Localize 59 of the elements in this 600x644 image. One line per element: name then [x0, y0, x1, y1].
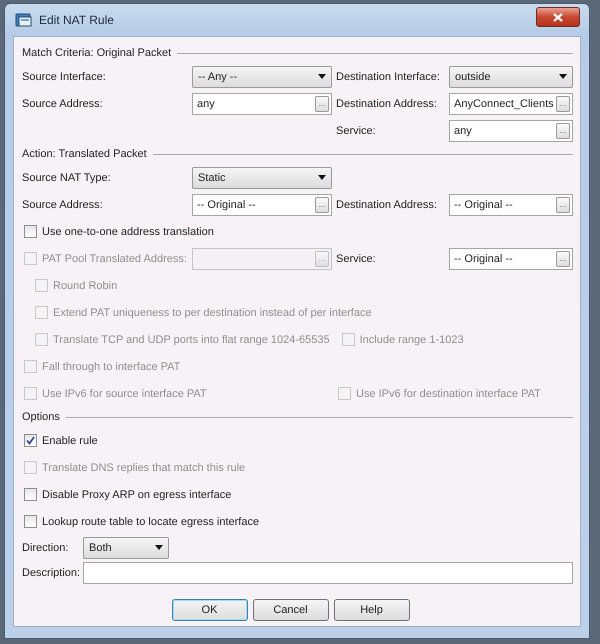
- field-label: Destination Address:: [336, 198, 438, 210]
- field-label: Source Address:: [22, 198, 104, 210]
- checkbox[interactable]: [24, 515, 37, 528]
- input-field[interactable]: any ...: [192, 92, 332, 114]
- input-field[interactable]: -- Original -- ...: [192, 194, 332, 216]
- section-title: Match Criteria: Original Packet: [22, 47, 172, 59]
- checkbox-label: Enable rule: [42, 434, 98, 446]
- field-label: Service:: [336, 124, 377, 136]
- window-title: Edit NAT Rule: [39, 13, 115, 27]
- checkbox-label: Extend PAT uniqueness to per destination instead of per interface: [53, 306, 372, 318]
- browse-button[interactable]: ...: [315, 96, 329, 112]
- app-icon: [15, 12, 33, 28]
- browse-button[interactable]: ...: [556, 250, 570, 266]
- input-field[interactable]: -- Original -- ...: [449, 248, 573, 270]
- caret-icon: [318, 74, 326, 79]
- field-label: Source NAT Type:: [22, 172, 112, 184]
- close-button[interactable]: [536, 7, 580, 27]
- caret-icon: [155, 545, 163, 550]
- section-title: Options: [22, 411, 60, 423]
- checkbox[interactable]: [24, 225, 37, 238]
- caret-icon: [559, 74, 567, 79]
- browse-button[interactable]: ...: [556, 196, 570, 212]
- checkbox-label: Lookup route table to locate egress interface: [42, 516, 260, 528]
- dropdown[interactable]: Static: [192, 166, 332, 188]
- checkbox-label: Include range 1-1023: [360, 334, 464, 346]
- caret-icon: [318, 175, 326, 180]
- input-field[interactable]: AnyConnect_Clients ...: [449, 92, 573, 114]
- browse-button[interactable]: ...: [556, 96, 570, 112]
- checkbox[interactable]: [24, 488, 37, 501]
- field-label: Destination Interface:: [336, 70, 441, 82]
- field-label: Description:: [22, 566, 82, 578]
- field-label: Source Interface:: [22, 70, 107, 82]
- input-field[interactable]: [83, 562, 573, 584]
- checkbox-label: Translate DNS replies that match this rule: [42, 462, 246, 474]
- dialog-button[interactable]: OK: [172, 599, 248, 621]
- field-label: Direction:: [22, 542, 70, 554]
- checkbox[interactable]: [24, 434, 37, 447]
- checkbox-label: Use IPv6 for source interface PAT: [42, 388, 207, 400]
- dialog-button[interactable]: Help: [334, 599, 410, 621]
- browse-button[interactable]: ...: [315, 196, 329, 212]
- checkbox-label: Use IPv6 for destination interface PAT: [356, 388, 541, 400]
- dropdown[interactable]: outside: [449, 66, 573, 88]
- section-title: Action: Translated Packet: [22, 148, 147, 160]
- close-icon: [553, 12, 563, 22]
- dialog-button[interactable]: Cancel: [252, 599, 328, 621]
- field-label: Service:: [336, 252, 377, 264]
- checkbox-label: Use one-to-one address translation: [42, 226, 214, 238]
- browse-button[interactable]: ...: [556, 122, 570, 138]
- input-field[interactable]: -- Original -- ...: [449, 194, 573, 216]
- dropdown[interactable]: Both: [83, 536, 169, 558]
- field-label: Destination Address:: [336, 98, 438, 110]
- checkbox-label: PAT Pool Translated Address:: [42, 252, 187, 264]
- checkbox-label: Translate TCP and UDP ports into flat range 1024-65535: [53, 334, 330, 346]
- checkbox-label: Fall through to interface PAT: [42, 360, 180, 372]
- field-label: Source Address:: [22, 98, 104, 110]
- checkbox-label: Disable Proxy ARP on egress interface: [42, 488, 232, 500]
- input-field[interactable]: any ...: [449, 120, 573, 142]
- checkbox-label: Round Robin: [53, 280, 118, 292]
- dropdown[interactable]: -- Any --: [192, 66, 332, 88]
